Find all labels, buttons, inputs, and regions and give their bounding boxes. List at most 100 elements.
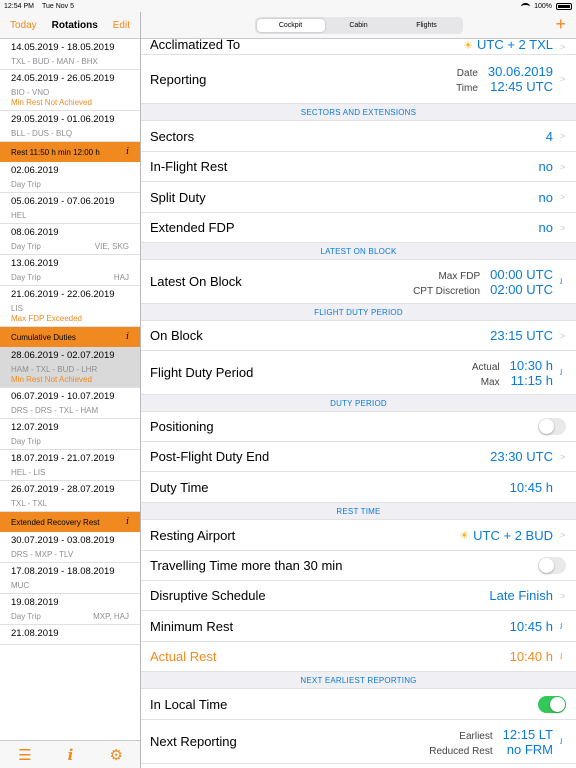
list-icon[interactable]: ☰ [18, 746, 31, 764]
duty-time-row: Duty Time 10:45 h [141, 472, 576, 503]
positioning-label: Positioning [150, 419, 214, 434]
info-icon[interactable]: i [560, 277, 566, 286]
today-button[interactable]: Today [10, 20, 37, 31]
split-duty-row[interactable]: Split Duty no > [141, 182, 576, 213]
inflight-rest-row[interactable]: In-Flight Rest no > [141, 152, 576, 182]
reporting-time-value: 12:45 UTC [490, 79, 553, 94]
reporting-date-key: Date [456, 68, 478, 79]
warning-banner[interactable]: Rest 11:50 h min 12:00 h i [0, 142, 140, 162]
tab-cockpit[interactable]: Cockpit [256, 18, 325, 32]
status-time: 12:54 PM [4, 2, 34, 10]
earliest-value: 12:15 LT [502, 726, 553, 742]
rotation-item[interactable]: 24.05.2019 - 26.05.2019 BIO - VNO Min Rest… [0, 70, 140, 111]
battery-icon [556, 2, 572, 10]
rotation-item[interactable]: 18.07.2019 - 21.07.2019 HEL - LIS [0, 450, 140, 481]
resting-airport-value: UTC + 2 BUD [473, 527, 553, 543]
chevron-right-icon: > [560, 451, 566, 462]
reporting-date-value: 30.06.2019 [487, 64, 553, 79]
rotation-item[interactable]: 26.07.2019 - 28.07.2019 TXL - TXL [0, 481, 140, 512]
reduced-rest-value: no FRM [506, 741, 553, 757]
rotation-stations: VIE, SKG [94, 242, 129, 251]
rotation-dates: 19.08.2019 [11, 597, 59, 608]
rotation-item[interactable]: 30.07.2019 - 03.08.2019 DRS - MXP - TLV [0, 532, 140, 563]
tab-flights[interactable]: Flights [393, 19, 461, 32]
info-icon[interactable]: i [560, 368, 566, 377]
fdp-label: Flight Duty Period [150, 365, 254, 380]
next-reporting-row[interactable]: Next Reporting Earliest 12:15 LT Reduced… [141, 720, 576, 764]
info-icon[interactable]: i [126, 517, 129, 527]
sectors-row[interactable]: Sectors 4 > [141, 121, 576, 152]
edit-button[interactable]: Edit [113, 20, 130, 31]
banner-label: Rest 11:50 h min 12:00 h [11, 147, 100, 157]
rotation-dates: 17.08.2019 - 18.08.2019 [11, 566, 115, 577]
flight-duty-period-row[interactable]: Flight Duty Period Actual 10:30 h Max 11… [141, 351, 576, 395]
on-block-row[interactable]: On Block 23:15 UTC > [141, 321, 576, 351]
rotation-item[interactable]: 08.06.2019 Day Trip VIE, SKG [0, 224, 140, 255]
warning-banner[interactable]: Cumulative Duties i [0, 327, 140, 347]
rotation-item[interactable]: 21.06.2019 - 22.06.2019 LIS Max FDP Exceed… [0, 286, 140, 327]
info-icon[interactable]: i [560, 652, 566, 661]
info-icon[interactable]: i [126, 332, 129, 342]
rotation-item[interactable]: 21.08.2019 [0, 625, 140, 645]
rotation-item[interactable]: 05.06.2019 - 07.06.2019 HEL [0, 193, 140, 224]
acclimatized-row[interactable]: Acclimatized To ☀ UTC + 2 TXL > [141, 39, 576, 55]
rotation-route: MUC [11, 581, 30, 590]
rotation-item[interactable]: 29.05.2019 - 01.06.2019 BLL - DUS - BLQ [0, 111, 140, 142]
rotation-item[interactable]: 13.06.2019 Day Trip HAJ [0, 255, 140, 286]
actual-rest-label: Actual Rest [150, 649, 217, 664]
earliest-key: Earliest [459, 730, 493, 742]
minimum-rest-row[interactable]: Minimum Rest 10:45 h i [141, 611, 576, 642]
rotation-dates: 18.07.2019 - 21.07.2019 [11, 453, 115, 464]
post-flight-duty-row[interactable]: Post-Flight Duty End 23:30 UTC > [141, 442, 576, 472]
rotation-item[interactable]: 06.07.2019 - 10.07.2019 DRS - DRS - TXL -… [0, 388, 140, 419]
rotation-item[interactable]: 17.08.2019 - 18.08.2019 MUC [0, 563, 140, 594]
section-header: NEXT EARLIEST REPORTING [141, 672, 576, 689]
info-icon[interactable]: i [68, 746, 74, 764]
on-block-label: On Block [150, 328, 203, 343]
rotation-dates: 28.06.2019 - 02.07.2019 [11, 350, 115, 361]
rotation-route: Day Trip [11, 273, 41, 282]
add-button[interactable]: + [555, 14, 566, 35]
detail-content[interactable]: Acclimatized To ☀ UTC + 2 TXL > Reportin… [141, 39, 576, 768]
sectors-label: Sectors [150, 128, 195, 144]
on-block-value: 23:15 UTC [490, 328, 553, 343]
rotation-dates: 24.05.2019 - 26.05.2019 [11, 73, 115, 84]
rotation-item[interactable]: 14.05.2019 - 18.05.2019 TXL - BUD - MAN -… [0, 39, 140, 70]
actual-rest-row[interactable]: Actual Rest 10:40 h i [141, 642, 576, 672]
warning-banner[interactable]: Extended Recovery Rest i [0, 512, 140, 532]
info-icon[interactable]: i [560, 737, 566, 746]
battery-percent: 100% [534, 2, 552, 10]
rotation-dates: 13.06.2019 [11, 258, 59, 269]
in-local-time-label: In Local Time [150, 696, 228, 712]
extended-fdp-value: no [538, 220, 553, 235]
disruptive-schedule-row[interactable]: Disruptive Schedule Late Finish > [141, 581, 576, 611]
positioning-toggle[interactable] [538, 418, 566, 435]
rotation-item[interactable]: 19.08.2019 Day Trip MXP, HAJ [0, 594, 140, 625]
info-icon[interactable]: i [560, 622, 566, 631]
extended-fdp-row[interactable]: Extended FDP no > [141, 213, 576, 243]
latest-on-block-row[interactable]: Latest On Block Max FDP 00:00 UTC CPT Di… [141, 260, 576, 304]
split-duty-label: Split Duty [150, 189, 206, 205]
rotation-route: LIS [11, 304, 24, 313]
rotation-list[interactable]: 14.05.2019 - 18.05.2019 TXL - BUD - MAN -… [0, 39, 140, 741]
rotation-item[interactable]: 12.07.2019 Day Trip [0, 419, 140, 450]
crew-segmented-control[interactable]: Cockpit Cabin Flights [254, 16, 463, 34]
resting-airport-row[interactable]: Resting Airport ☀ UTC + 2 BUD > [141, 520, 576, 551]
chevron-right-icon: > [560, 330, 566, 341]
reporting-row[interactable]: Reporting Date 30.06.2019 Time 12:45 UTC… [141, 55, 576, 104]
rotation-item[interactable]: 02.06.2019 Day Trip [0, 162, 140, 193]
sectors-value: 4 [545, 128, 553, 144]
rotation-route: TXL - BUD - MAN - BHX [11, 57, 98, 66]
rotation-dates: 12.07.2019 [11, 422, 59, 433]
section-header: REST TIME [141, 503, 576, 520]
info-icon[interactable]: i [126, 147, 129, 157]
rotation-warning: Min Rest Not Achieved [11, 375, 92, 384]
positioning-row: Positioning [141, 412, 576, 442]
gear-icon[interactable]: ⚙ [109, 746, 122, 764]
rotation-item[interactable]: 28.06.2019 - 02.07.2019 HAM - TXL - BUD -… [0, 347, 140, 388]
rotation-route: DRS - DRS - TXL - HAM [11, 406, 99, 415]
in-local-time-toggle[interactable] [538, 695, 566, 713]
travelling-time-toggle[interactable] [538, 557, 566, 574]
tab-cabin[interactable]: Cabin [325, 19, 393, 32]
rotation-warning: Min Rest Not Achieved [11, 98, 92, 107]
